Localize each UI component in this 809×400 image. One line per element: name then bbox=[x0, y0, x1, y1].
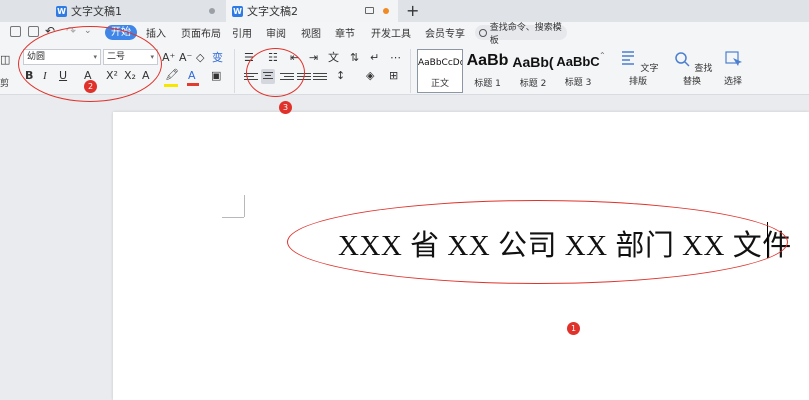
tab-document-2[interactable]: W 文字文稿2 bbox=[226, 0, 398, 22]
writer-doc-icon: W bbox=[56, 5, 67, 17]
style-heading-2[interactable]: AaBb( 标题 2 bbox=[511, 49, 555, 93]
unsaved-dot-icon bbox=[383, 8, 389, 14]
tab-document-1[interactable]: W 文字文稿1 bbox=[50, 0, 225, 22]
chinese-layout-icon[interactable]: 文 bbox=[328, 51, 339, 65]
font-color-icon[interactable]: A bbox=[188, 69, 196, 83]
borders-icon[interactable]: ⊞ bbox=[389, 69, 398, 83]
menu-references[interactable]: 引用 bbox=[232, 25, 252, 40]
menu-insert[interactable]: 插入 bbox=[146, 25, 166, 40]
line-spacing-icon[interactable]: ↕ bbox=[336, 69, 345, 83]
tab-label: 文字文稿2 bbox=[247, 5, 298, 18]
select-label: 选择 bbox=[723, 77, 742, 87]
margin-corner-mark bbox=[222, 217, 244, 218]
annotation-badge-1: 1 bbox=[567, 322, 580, 335]
clear-format-icon[interactable]: ◇ bbox=[196, 51, 204, 65]
grow-font-icon[interactable]: A⁺ bbox=[162, 51, 175, 65]
font-color-swatch bbox=[187, 83, 199, 86]
sort-icon[interactable]: ⇅ bbox=[350, 51, 359, 65]
shading-icon[interactable]: ◈ bbox=[366, 69, 374, 83]
highlight-icon[interactable]: 🖍 bbox=[165, 68, 179, 82]
style-heading-3[interactable]: AaBbC 标题 3 bbox=[556, 49, 600, 93]
unsaved-dot-icon bbox=[209, 8, 215, 14]
select-button[interactable]: 选择 bbox=[718, 50, 748, 87]
annotation-badge-3: 3 bbox=[279, 101, 292, 114]
show-marks-icon[interactable]: ⋯ bbox=[390, 51, 401, 65]
annotation-ellipse-text bbox=[287, 200, 788, 284]
margin-corner-mark bbox=[244, 195, 245, 217]
annotation-badge-2: 2 bbox=[84, 80, 97, 93]
select-icon bbox=[725, 51, 742, 66]
search-icon bbox=[479, 28, 487, 37]
paragraph-mark-icon[interactable]: ↵ bbox=[370, 51, 379, 65]
tab-bar: W 文字文稿1 W 文字文稿2 + bbox=[0, 0, 809, 22]
menu-membership[interactable]: 会员专享 bbox=[425, 25, 465, 40]
style-preview: AaBbC bbox=[556, 54, 600, 69]
shrink-font-icon[interactable]: A⁻ bbox=[179, 51, 192, 65]
find-replace-button[interactable]: 查找替换 bbox=[671, 50, 713, 87]
print-icon[interactable] bbox=[10, 26, 21, 37]
increase-indent-icon[interactable]: ⇥ bbox=[309, 51, 318, 65]
annotation-circle-align bbox=[246, 48, 305, 97]
cut-label[interactable]: 剪 bbox=[0, 76, 9, 89]
style-scroll-icon[interactable]: ⌃ bbox=[599, 49, 606, 63]
style-gallery: AaBbCcDd 正文 AaBb 标题 1 AaBb( 标题 2 AaBbC 标… bbox=[417, 49, 607, 93]
divider bbox=[410, 49, 411, 93]
distribute-icon[interactable] bbox=[313, 71, 327, 83]
style-label: 标题 1 bbox=[474, 79, 501, 89]
monitor-icon[interactable] bbox=[365, 7, 374, 14]
text-layout-icon bbox=[621, 51, 634, 65]
style-preview: AaBb bbox=[466, 52, 509, 69]
style-heading-1[interactable]: AaBb 标题 1 bbox=[465, 49, 510, 93]
search-placeholder: 查找命令、搜索模板 bbox=[489, 22, 562, 46]
menu-view[interactable]: 视图 bbox=[301, 25, 321, 40]
menu-review[interactable]: 审阅 bbox=[266, 25, 286, 40]
style-label: 标题 3 bbox=[564, 78, 592, 88]
new-tab-button[interactable]: + bbox=[406, 0, 419, 22]
find-icon bbox=[674, 52, 690, 67]
tab-label: 文字文稿1 bbox=[71, 5, 122, 18]
style-label: 正文 bbox=[430, 79, 449, 89]
preview-icon[interactable] bbox=[28, 26, 39, 37]
paste-icon[interactable]: ◫ bbox=[0, 53, 10, 66]
divider bbox=[234, 49, 235, 93]
writer-doc-icon: W bbox=[232, 5, 243, 17]
style-normal[interactable]: AaBbCcDd 正文 bbox=[417, 49, 463, 93]
style-label: 标题 2 bbox=[519, 79, 547, 89]
menu-developer[interactable]: 开发工具 bbox=[371, 25, 411, 40]
menu-page-layout[interactable]: 页面布局 bbox=[181, 25, 221, 40]
pinyin-icon[interactable]: 变 bbox=[212, 51, 223, 65]
text-layout-button[interactable]: 文字排版 bbox=[617, 50, 659, 87]
style-preview: AaBbCcDd bbox=[418, 58, 462, 68]
menu-section[interactable]: 章节 bbox=[335, 25, 355, 40]
char-border-icon[interactable]: ▣ bbox=[211, 69, 221, 83]
command-search[interactable]: 查找命令、搜索模板 bbox=[475, 23, 567, 46]
style-preview: AaBb( bbox=[512, 54, 554, 70]
highlight-swatch bbox=[164, 84, 178, 87]
